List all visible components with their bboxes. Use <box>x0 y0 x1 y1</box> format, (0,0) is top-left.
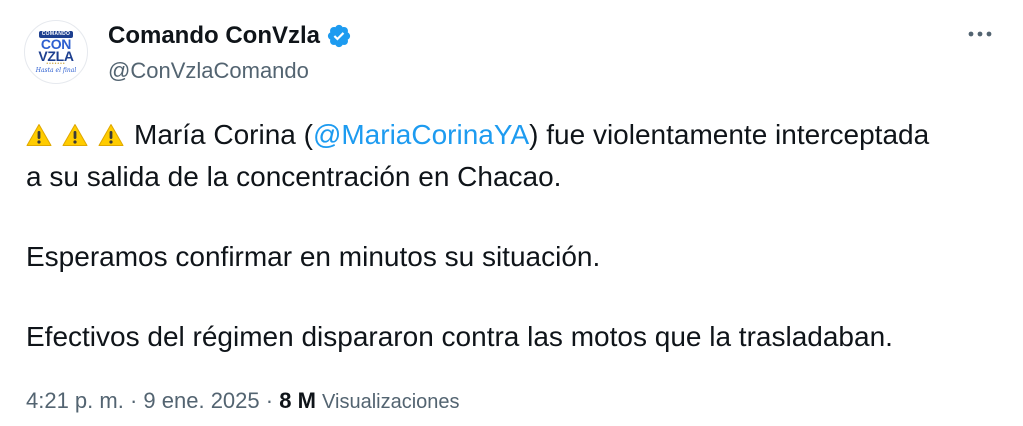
tweet-meta: 4:21 p. m. · 9 ene. 2025 · 8 M Visualiza… <box>26 388 460 414</box>
verified-badge-icon <box>327 24 351 48</box>
warning-icon <box>26 124 52 146</box>
tweet-text-line-2: a su salida de la concentración en Chaca… <box>26 161 562 192</box>
author-name-row: Comando ConVzla <box>108 22 352 50</box>
tweet-text-after-mention: ) fue violentamente interceptada <box>529 119 930 150</box>
avatar[interactable]: COMANDO CON VZLA ••••••• Hasta el final <box>24 20 88 84</box>
avatar-line2: VZLA <box>38 47 74 64</box>
views-label[interactable]: Visualizaciones <box>322 391 460 413</box>
tweet-paragraph-1: María Corina (@MariaCorinaYA) fue violen… <box>26 114 1006 198</box>
tweet-time[interactable]: 4:21 p. m. <box>26 388 124 413</box>
tweet-text: María Corina (@MariaCorinaYA) fue violen… <box>26 114 1006 358</box>
more-options-icon[interactable] <box>965 22 995 46</box>
display-name[interactable]: Comando ConVzla <box>108 22 320 50</box>
tweet-date[interactable]: 9 ene. 2025 <box>143 388 259 413</box>
tweet-text-before-mention: María Corina ( <box>134 119 313 150</box>
meta-separator: · <box>129 388 138 413</box>
warning-icon <box>62 124 88 146</box>
tweet-card: COMANDO CON VZLA ••••••• Hasta el final … <box>0 0 1023 426</box>
mention-link[interactable]: @MariaCorinaYA <box>313 119 529 150</box>
tweet-paragraph-2: Esperamos confirmar en minutos su situac… <box>26 241 601 272</box>
avatar-script: Hasta el final <box>35 66 77 74</box>
tweet-paragraph-3: Efectivos del régimen dispararon contra … <box>26 321 893 352</box>
author-handle[interactable]: @ConVzlaComando <box>108 58 309 84</box>
meta-separator: · <box>265 388 274 413</box>
views-count[interactable]: 8 M <box>279 388 316 413</box>
warning-icon <box>98 124 124 146</box>
